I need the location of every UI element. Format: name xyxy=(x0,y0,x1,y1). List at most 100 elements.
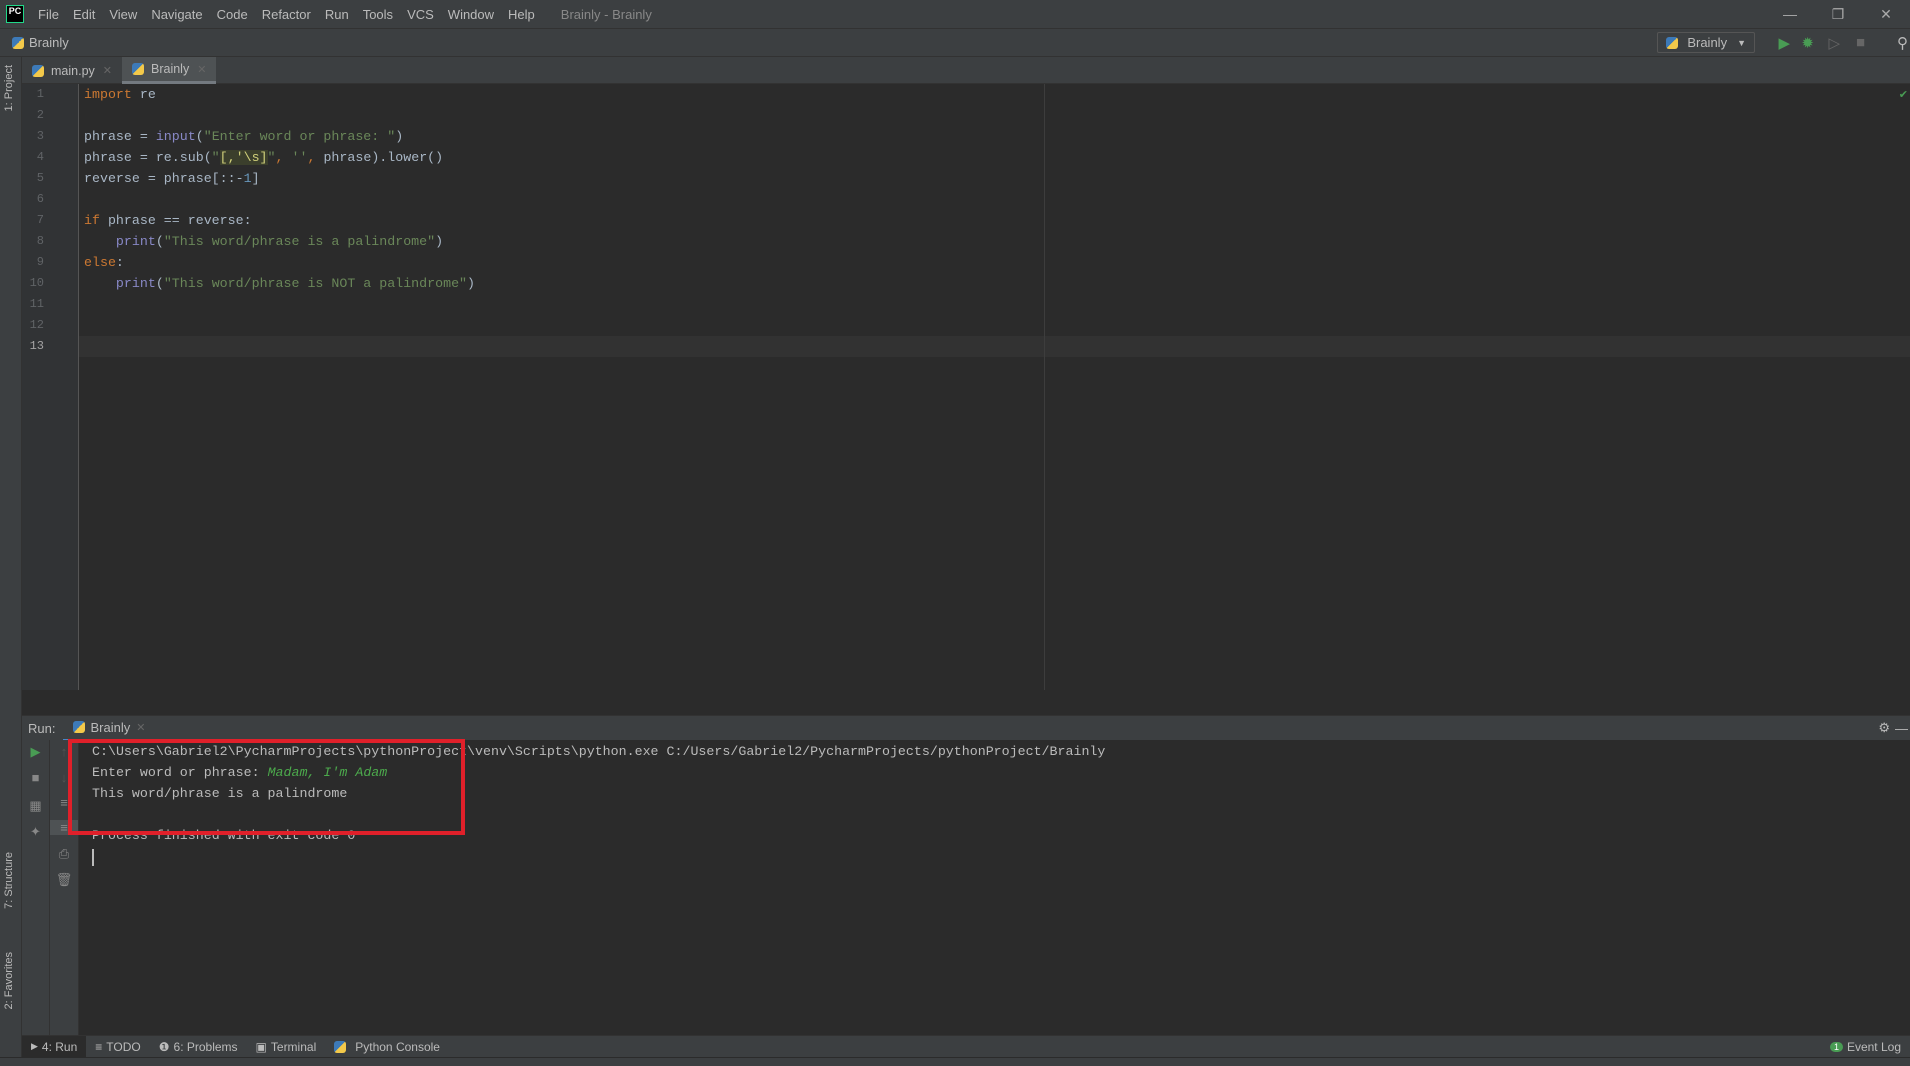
line-number: 3 xyxy=(36,129,44,143)
code-editor[interactable]: import re phrase = input("Enter word or p… xyxy=(79,84,1910,690)
tool-terminal[interactable]: ▣ Terminal xyxy=(247,1036,326,1058)
tab-main-py[interactable]: main.py ✕ xyxy=(22,57,122,84)
run-configuration-select[interactable]: Brainly ▼ xyxy=(1657,32,1755,53)
tool-label: TODO xyxy=(106,1039,141,1054)
line-number: 1 xyxy=(36,87,44,101)
code-line: phrase = re.sub("[,'\s]", '', phrase).lo… xyxy=(84,147,443,168)
editor-tabs: main.py ✕ Brainly ✕ xyxy=(22,57,1910,84)
tab-brainly[interactable]: Brainly ✕ xyxy=(122,57,217,84)
tab-label: main.py xyxy=(51,63,95,78)
debug-icon[interactable]: ✹ xyxy=(1801,34,1814,52)
pycharm-logo: PC xyxy=(6,5,24,23)
restore-button[interactable]: ❐ xyxy=(1814,0,1862,28)
code-token: ] xyxy=(251,171,260,186)
code-token: , xyxy=(307,150,324,165)
search-icon[interactable]: ⚲ xyxy=(1897,34,1908,52)
code-token: ) xyxy=(395,129,404,144)
menu-run[interactable]: Run xyxy=(319,7,357,22)
navigation-bar: Brainly Brainly ▼ ▶ ✹ ▷ ■ ⚲ xyxy=(0,28,1910,57)
line-number-gutter: 1 2 3 4 5 6 7 8 9 10 11 12 13 xyxy=(22,84,79,690)
code-line: print("This word/phrase is a palindrome"… xyxy=(84,231,443,252)
menu-navigate[interactable]: Navigate xyxy=(145,7,210,22)
line-number: 2 xyxy=(36,108,44,122)
code-token: if xyxy=(84,213,100,228)
menu-file[interactable]: File xyxy=(32,7,67,22)
minimize-button[interactable]: — xyxy=(1766,0,1814,28)
code-token: 1 xyxy=(243,171,252,186)
menu-view[interactable]: View xyxy=(103,7,145,22)
code-token: phrase).lower() xyxy=(323,150,444,165)
tool-todo[interactable]: ≡ TODO xyxy=(86,1036,149,1058)
stop-icon[interactable]: ■ xyxy=(1856,34,1865,51)
menu-code[interactable]: Code xyxy=(211,7,256,22)
event-count-badge: 1 xyxy=(1829,1041,1843,1052)
close-icon[interactable]: ✕ xyxy=(103,64,112,77)
current-line-highlight xyxy=(79,336,1910,357)
menu-window[interactable]: Window xyxy=(442,7,502,22)
project-tool-button[interactable]: 1: Project xyxy=(3,65,15,111)
layout-icon[interactable]: ▦ xyxy=(22,798,49,814)
trash-icon[interactable]: 🗑 xyxy=(50,872,78,888)
code-line: else: xyxy=(84,252,124,273)
tool-label: 6: Problems xyxy=(173,1039,238,1054)
line-number: 6 xyxy=(36,192,44,206)
run-config-label: Brainly xyxy=(1687,35,1728,50)
line-number: 7 xyxy=(36,213,44,227)
window-title: Brainly - Brainly xyxy=(560,6,652,22)
tool-problems[interactable]: ❶ 6: Problems xyxy=(150,1036,247,1058)
event-log-button[interactable]: 1 Event Log xyxy=(1821,1036,1910,1058)
line-number: 12 xyxy=(29,318,44,332)
close-button[interactable]: ✕ xyxy=(1862,0,1910,28)
code-token: , xyxy=(275,150,292,165)
run-tool-window-header: Run: Brainly ✕ ⚙ — xyxy=(22,715,1910,741)
stop-icon[interactable]: ■ xyxy=(22,770,49,785)
code-token: "This word/phrase is NOT a palindrome" xyxy=(163,276,468,291)
line-number: 9 xyxy=(36,255,44,269)
run-icon[interactable]: ▶ xyxy=(1778,34,1790,52)
status-bar xyxy=(0,1057,1910,1066)
code-token: : xyxy=(115,255,124,270)
menu-refactor[interactable]: Refactor xyxy=(256,7,319,22)
favorites-tool-button[interactable]: 2: Favorites xyxy=(3,952,15,1009)
menu-vcs[interactable]: VCS xyxy=(401,7,442,22)
inspection-ok-icon: ✔ xyxy=(1898,89,1908,101)
code-token: ( xyxy=(155,276,164,291)
event-log-label: Event Log xyxy=(1846,1039,1901,1054)
code-token: phrase == reverse: xyxy=(99,213,252,228)
python-icon xyxy=(73,721,86,733)
menu-edit[interactable]: Edit xyxy=(67,7,103,22)
text-cursor xyxy=(92,849,94,866)
run-tab-brainly[interactable]: Brainly ✕ xyxy=(63,716,156,741)
structure-tool-button[interactable]: 7: Structure xyxy=(3,852,15,909)
close-icon[interactable]: ✕ xyxy=(197,63,206,76)
code-token: else xyxy=(84,255,116,270)
close-icon[interactable]: ✕ xyxy=(136,721,145,734)
code-token: ) xyxy=(467,276,476,291)
line-number: 4 xyxy=(36,150,44,164)
menu-tools[interactable]: Tools xyxy=(357,7,401,22)
left-tool-strip: 1: Project 7: Structure 2: Favorites xyxy=(0,57,22,1057)
line-number: 11 xyxy=(29,297,44,311)
hide-icon[interactable]: — xyxy=(1895,721,1908,736)
coverage-icon[interactable]: ▷ xyxy=(1828,34,1840,52)
code-line: print("This word/phrase is NOT a palindr… xyxy=(84,273,475,294)
tool-label: Python Console xyxy=(355,1039,440,1054)
breadcrumb-project[interactable]: Brainly xyxy=(29,35,69,50)
code-line: if phrase == reverse: xyxy=(84,210,252,231)
tool-run[interactable]: ▶ 4: Run xyxy=(22,1035,87,1058)
line-number: 10 xyxy=(29,276,44,290)
code-token: "Enter word or phrase: " xyxy=(203,129,396,144)
gear-icon[interactable]: ⚙ xyxy=(1878,720,1890,736)
print-icon[interactable]: ⎙ xyxy=(50,846,78,862)
code-token: print xyxy=(115,234,156,249)
line-number: 8 xyxy=(36,234,44,248)
pin-icon[interactable]: ✦ xyxy=(22,824,49,840)
rerun-icon[interactable]: ▶ xyxy=(22,744,49,760)
tool-label: 4: Run xyxy=(41,1039,78,1054)
menu-help[interactable]: Help xyxy=(502,7,543,22)
tool-label: Terminal xyxy=(270,1039,317,1054)
bottom-tool-bar: ▶ 4: Run ≡ TODO ❶ 6: Problems ▣ Terminal Pyt… xyxy=(22,1035,1910,1058)
tool-python-console[interactable]: Python Console xyxy=(325,1036,449,1058)
python-file-icon xyxy=(12,36,24,49)
run-icon: ▶ xyxy=(31,1041,38,1051)
